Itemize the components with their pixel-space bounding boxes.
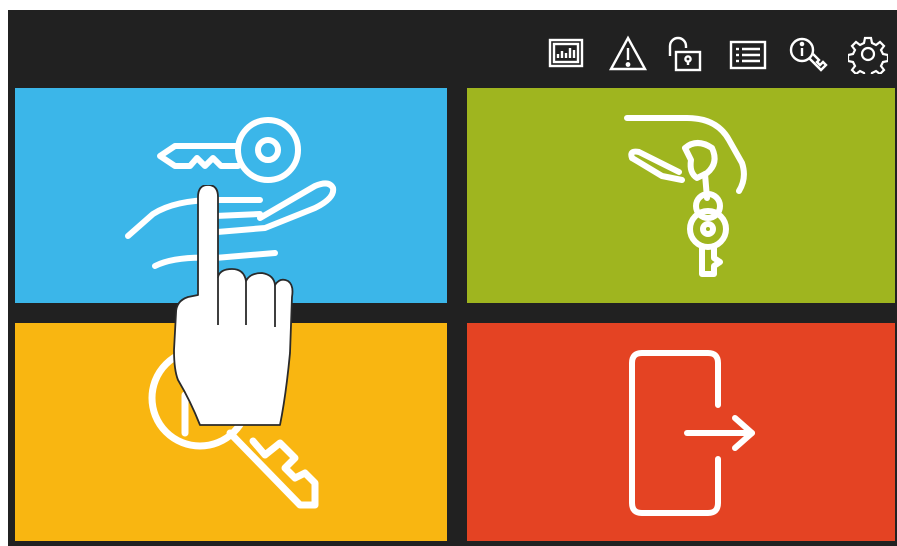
return-key-tile[interactable] <box>467 88 895 303</box>
key-access-tile[interactable] <box>15 323 447 541</box>
top-toolbar <box>8 10 897 86</box>
hand-holding-key-icon <box>624 115 747 277</box>
hand-receiving-key-icon <box>125 117 337 269</box>
logout-door-icon <box>629 350 755 516</box>
list-icon[interactable] <box>728 34 768 74</box>
settings-icon[interactable] <box>846 34 890 80</box>
take-key-tile[interactable] <box>15 88 447 303</box>
key-icon <box>148 346 319 509</box>
warning-icon[interactable] <box>608 34 648 74</box>
key-info-icon[interactable] <box>788 34 828 74</box>
unlock-icon[interactable] <box>664 34 704 74</box>
report-icon[interactable] <box>546 34 586 74</box>
logout-tile[interactable] <box>467 323 895 541</box>
